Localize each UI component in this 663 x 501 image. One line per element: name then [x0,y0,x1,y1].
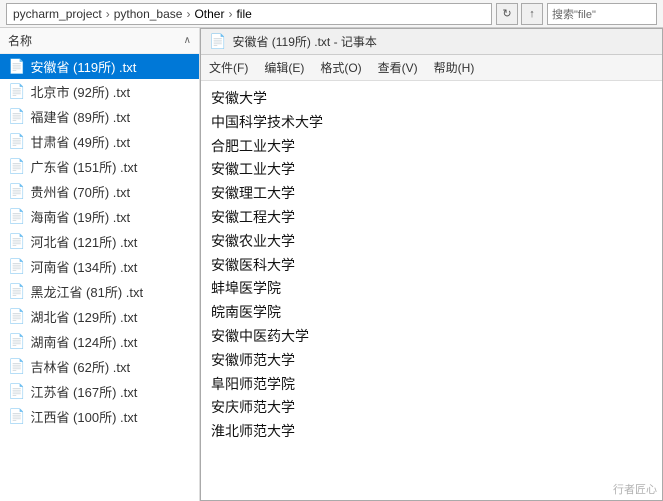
menu-item[interactable]: 格式(O) [312,57,369,78]
path-other[interactable]: Other [194,7,224,21]
notepad-titlebar: 📄 安徽省 (119所) .txt - 记事本 [201,29,662,55]
path-pycharm[interactable]: pycharm_project [13,7,102,21]
menu-item[interactable]: 文件(F) [201,57,256,78]
file-icon: 📄 [8,408,25,425]
file-item[interactable]: 📄 江西省 (100所) .txt [0,404,199,429]
file-panel-header: 名称 ∧ [0,28,199,54]
file-icon: 📄 [8,233,25,250]
file-item[interactable]: 📄 江苏省 (167所) .txt [0,379,199,404]
main-layout: 名称 ∧ 📄 安徽省 (119所) .txt 📄 北京市 (92所) .txt 📄 福建省… [0,28,663,501]
notepad-panel: 📄 安徽省 (119所) .txt - 记事本 文件(F)编辑(E)格式(O)查… [200,28,663,501]
file-name: 江苏省 (167所) .txt [30,382,137,401]
file-name: 吉林省 (62所) .txt [30,357,130,376]
file-icon: 📄 [8,208,25,225]
notepad-line: 淮北师范大学 [211,420,652,444]
notepad-line: 安徽中医药大学 [211,325,652,349]
file-icon: 📄 [8,58,25,75]
notepad-title: 安徽省 (119所) .txt - 记事本 [232,33,654,50]
notepad-line: 安徽师范大学 [211,349,652,373]
file-item[interactable]: 📄 广东省 (151所) .txt [0,154,199,179]
notepad-line: 安庆师范大学 [211,396,652,420]
file-name: 广东省 (151所) .txt [30,157,137,176]
notepad-line: 合肥工业大学 [211,135,652,159]
menu-item[interactable]: 帮助(H) [426,57,483,78]
file-item[interactable]: 📄 甘肃省 (49所) .txt [0,129,199,154]
notepad-line: 安徽工程大学 [211,206,652,230]
notepad-line: 安徽医科大学 [211,254,652,278]
file-name: 海南省 (19所) .txt [30,207,130,226]
file-icon: 📄 [8,158,25,175]
up-button[interactable]: ↑ [521,3,543,25]
file-name: 黑龙江省 (81所) .txt [30,282,143,301]
file-name: 河南省 (134所) .txt [30,257,137,276]
menu-item[interactable]: 查看(V) [370,57,426,78]
file-item[interactable]: 📄 河北省 (121所) .txt [0,229,199,254]
notepad-content[interactable]: 安徽大学中国科学技术大学合肥工业大学安徽工业大学安徽理工大学安徽工程大学安徽农业… [201,81,662,500]
file-icon: 📄 [8,83,25,100]
file-item[interactable]: 📄 北京市 (92所) .txt [0,79,199,104]
file-icon: 📄 [8,308,25,325]
refresh-button[interactable]: ↻ [496,3,518,25]
file-name: 甘肃省 (49所) .txt [30,132,130,151]
file-name: 河北省 (121所) .txt [30,232,137,251]
notepad-line: 安徽理工大学 [211,182,652,206]
address-bar: pycharm_project › python_base › Other › … [0,0,663,28]
file-name: 北京市 (92所) .txt [30,82,130,101]
file-icon: 📄 [8,108,25,125]
file-item[interactable]: 📄 贵州省 (70所) .txt [0,179,199,204]
notepad-line: 安徽工业大学 [211,158,652,182]
file-name: 安徽省 (119所) .txt [30,57,136,76]
file-item[interactable]: 📄 海南省 (19所) .txt [0,204,199,229]
notepad-line: 皖南医学院 [211,301,652,325]
file-item[interactable]: 📄 河南省 (134所) .txt [0,254,199,279]
file-icon: 📄 [8,333,25,350]
file-item[interactable]: 📄 湖北省 (129所) .txt [0,304,199,329]
file-item[interactable]: 📄 湖南省 (124所) .txt [0,329,199,354]
notepad-line: 安徽农业大学 [211,230,652,254]
address-path[interactable]: pycharm_project › python_base › Other › … [6,3,492,25]
file-icon: 📄 [8,258,25,275]
file-panel: 名称 ∧ 📄 安徽省 (119所) .txt 📄 北京市 (92所) .txt 📄 福建省… [0,28,200,501]
file-item[interactable]: 📄 福建省 (89所) .txt [0,104,199,129]
file-icon: 📄 [8,133,25,150]
address-controls: ↻ ↑ [496,3,543,25]
file-list: 📄 安徽省 (119所) .txt 📄 北京市 (92所) .txt 📄 福建省 (89所… [0,54,199,501]
file-name: 湖南省 (124所) .txt [30,332,137,351]
notepad-menubar: 文件(F)编辑(E)格式(O)查看(V)帮助(H) [201,55,662,81]
file-icon: 📄 [8,183,25,200]
file-name: 江西省 (100所) .txt [30,407,137,426]
watermark: 行者匠心 [613,481,657,497]
file-icon: 📄 [8,358,25,375]
menu-item[interactable]: 编辑(E) [256,57,312,78]
notepad-icon: 📄 [209,33,226,50]
file-icon: 📄 [8,283,25,300]
file-name: 湖北省 (129所) .txt [30,307,137,326]
sort-arrow-icon[interactable]: ∧ [184,35,191,46]
file-name: 福建省 (89所) .txt [30,107,130,126]
file-item[interactable]: 📄 吉林省 (62所) .txt [0,354,199,379]
search-box[interactable]: 搜索"file" [547,3,657,25]
notepad-line: 蚌埠医学院 [211,277,652,301]
file-icon: 📄 [8,383,25,400]
path-file[interactable]: file [236,7,251,21]
file-item[interactable]: 📄 安徽省 (119所) .txt [0,54,199,79]
notepad-line: 安徽大学 [211,87,652,111]
notepad-line: 阜阳师范学院 [211,373,652,397]
notepad-line: 中国科学技术大学 [211,111,652,135]
file-name: 贵州省 (70所) .txt [30,182,130,201]
search-label: 搜索"file" [552,6,596,22]
path-python-base[interactable]: python_base [114,7,183,21]
file-panel-title: 名称 [8,32,32,49]
file-item[interactable]: 📄 黑龙江省 (81所) .txt [0,279,199,304]
